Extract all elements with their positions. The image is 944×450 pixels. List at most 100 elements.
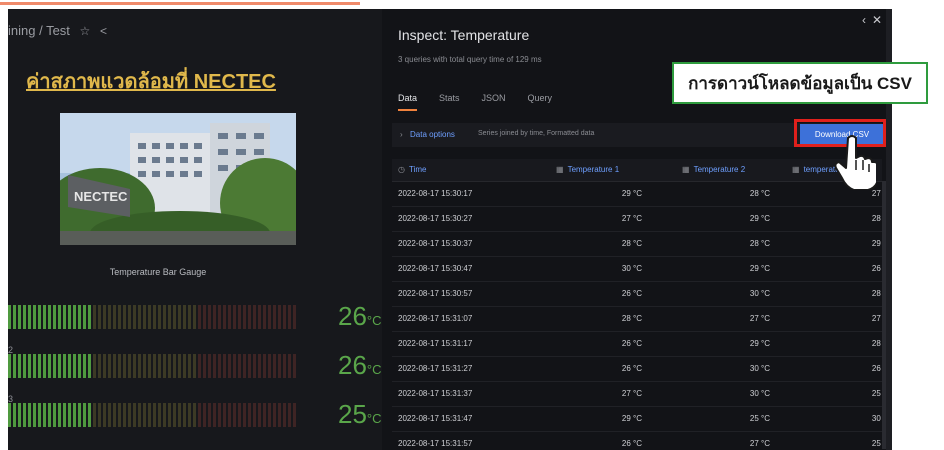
gauge-segment	[18, 354, 21, 378]
gauge-segment	[78, 403, 81, 427]
gauge-row: 3 25°C	[8, 394, 388, 437]
gauge-segment	[193, 305, 196, 329]
gauge-segment	[128, 403, 131, 427]
gauge-segment	[218, 354, 221, 378]
gauge-segment	[238, 354, 241, 378]
gauge-segment	[173, 403, 176, 427]
table-row[interactable]: 2022-08-17 15:31:3727 °C30 °C25 °C	[392, 382, 892, 407]
gauge-segment	[258, 403, 261, 427]
gauge-segment	[153, 354, 156, 378]
gauge-segment	[83, 354, 86, 378]
column-header-temperature-1[interactable]: ▦ Temperature 1	[556, 165, 619, 174]
chevron-left-icon[interactable]: ‹	[862, 13, 872, 27]
gauge-segment	[268, 354, 271, 378]
cell-time: 2022-08-17 15:30:47	[398, 264, 473, 273]
gauge-segment	[218, 305, 221, 329]
gauge-segment	[88, 403, 91, 427]
cell-temperature-2: 27 °C	[749, 314, 770, 323]
gauge-value: 26°C	[338, 350, 382, 381]
gauge-segment	[118, 305, 121, 329]
table-row[interactable]: 2022-08-17 15:31:0728 °C27 °C27 °C	[392, 307, 892, 332]
gauge-segment	[13, 305, 16, 329]
gauge-segment	[158, 354, 161, 378]
gauge-segment	[198, 403, 201, 427]
gauge-segment	[278, 403, 281, 427]
gauge-segment	[183, 305, 186, 329]
cell-temperature-2: 30 °C	[749, 389, 770, 398]
hand-pointer-icon	[834, 135, 876, 190]
gauge-segment	[33, 354, 36, 378]
drawer-controls: ‹✕	[862, 13, 888, 27]
gauge-segment	[58, 305, 61, 329]
gauge-segment	[23, 403, 26, 427]
cell-temperature-1: 29 °C	[621, 414, 642, 423]
gauge-segment	[113, 354, 116, 378]
gauge-segment	[188, 354, 191, 378]
gauge-segment	[128, 305, 131, 329]
gauge-segment	[208, 403, 211, 427]
tab-query[interactable]: Query	[528, 93, 553, 111]
table-row[interactable]: 2022-08-17 15:31:4729 °C25 °C30 °C	[392, 407, 892, 432]
gauge-segment	[53, 403, 56, 427]
star-icon[interactable]: ☆	[80, 24, 91, 38]
gauge-segment	[178, 403, 181, 427]
gauge-bar	[8, 354, 296, 378]
share-icon[interactable]: <	[100, 24, 107, 38]
gauge-segment	[128, 354, 131, 378]
gauge-segment	[183, 354, 186, 378]
gauge-segment	[173, 305, 176, 329]
cell-time: 2022-08-17 15:31:27	[398, 364, 473, 373]
table-row[interactable]: 2022-08-17 15:30:2727 °C29 °C28 °C	[392, 207, 892, 232]
table-row[interactable]: 2022-08-17 15:30:5726 °C30 °C28 °C	[392, 282, 892, 307]
gauge-segment	[173, 354, 176, 378]
gauge-segment	[43, 403, 46, 427]
gauge-segment	[118, 354, 121, 378]
gauge-segment	[228, 305, 231, 329]
gauge-segment	[288, 403, 291, 427]
gauge-segment	[223, 354, 226, 378]
gauge-segment	[153, 305, 156, 329]
gauge-segment	[178, 305, 181, 329]
table-header: ◷ Time ▦ Temperature 1 ▦ Temperature 2 ▦ tem…	[392, 159, 882, 182]
gauge-segment	[268, 403, 271, 427]
gauge-segment	[193, 354, 196, 378]
gauge-segment	[203, 354, 206, 378]
gauge-segment	[198, 305, 201, 329]
table-row[interactable]: 2022-08-17 15:31:1726 °C29 °C28 °C	[392, 332, 892, 357]
gauge-segment	[293, 403, 296, 427]
cell-temperature-1: 28 °C	[621, 239, 642, 248]
inspect-subtitle: 3 queries with total query time of 129 m…	[398, 55, 542, 64]
panel-title: ค่าสภาพแวดล้อมที่ NECTEC	[26, 71, 276, 93]
gauge-segment	[148, 403, 151, 427]
cell-time: 2022-08-17 15:30:57	[398, 289, 473, 298]
data-options-label[interactable]: Data options	[410, 130, 455, 139]
breadcrumb-text[interactable]: ining / Test	[8, 23, 70, 38]
gauge-segment	[28, 403, 31, 427]
table-row[interactable]: 2022-08-17 15:31:5726 °C27 °C25 °C	[392, 432, 892, 450]
gauge-segment	[113, 403, 116, 427]
gauge-segment	[148, 305, 151, 329]
tab-stats[interactable]: Stats	[439, 93, 460, 111]
gauge-segment	[63, 354, 66, 378]
tab-data[interactable]: Data	[398, 93, 418, 111]
table-row[interactable]: 2022-08-17 15:30:3728 °C28 °C29 °C	[392, 232, 892, 257]
gauge-segment	[103, 305, 106, 329]
table-body: 2022-08-17 15:30:17 29 °C 28 °C 27 °C 2022-0…	[392, 182, 892, 450]
column-header-temperature-2[interactable]: ▦ Temperature 2	[682, 165, 745, 174]
gauge-segment	[138, 403, 141, 427]
gauge-segment	[248, 354, 251, 378]
gauge-segment	[103, 354, 106, 378]
gauge-segment	[13, 403, 16, 427]
gauge-segment	[178, 354, 181, 378]
gauge-value: 26°C	[338, 301, 382, 332]
callout-box: การดาวน์โหลดข้อมูลเป็น CSV	[672, 62, 928, 104]
table-row[interactable]: 2022-08-17 15:30:4730 °C29 °C26 °C	[392, 257, 892, 282]
gauge-segment	[223, 305, 226, 329]
table-row[interactable]: 2022-08-17 15:30:1729 °C28 °C27 °C	[392, 182, 892, 207]
table-row[interactable]: 2022-08-17 15:31:2726 °C30 °C26 °C	[392, 357, 892, 382]
table-icon: ▦	[792, 165, 800, 174]
gauge-segment	[278, 305, 281, 329]
column-header-time[interactable]: ◷ Time	[398, 165, 426, 174]
gauge-segment	[233, 403, 236, 427]
tab-json[interactable]: JSON	[482, 93, 506, 111]
